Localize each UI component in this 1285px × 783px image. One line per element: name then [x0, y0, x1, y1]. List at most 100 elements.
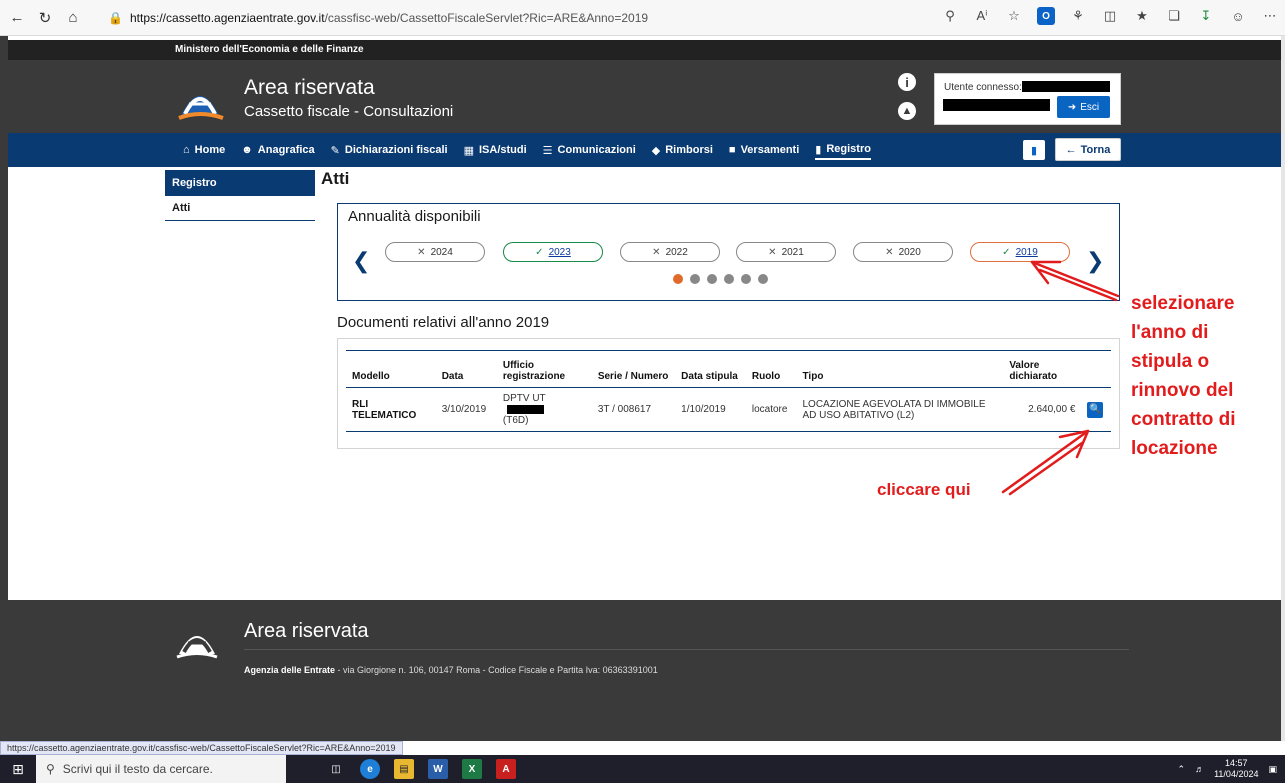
logout-icon: ➜ [1067, 101, 1077, 113]
annotation-line: selezionare [1131, 293, 1235, 314]
ufficio-name: DPTV UT [502, 393, 546, 404]
annotation-select-year: selezionare l'anno di stipula o rinnovo … [1131, 289, 1276, 463]
task-view-icon[interactable]: ◫ [326, 759, 346, 779]
logout-label: Esci [1080, 101, 1100, 113]
carousel-dot[interactable] [758, 274, 768, 284]
redacted-office [506, 404, 544, 414]
upload-icon[interactable]: ▲ [898, 102, 916, 120]
table-header-row: Modello Data Ufficio registrazione Serie… [346, 350, 1111, 388]
carousel-dot[interactable] [673, 274, 683, 284]
year-label: 2021 [781, 246, 804, 258]
col-header: Data [435, 350, 497, 388]
view-detail-search-icon[interactable]: 🔍 [1087, 401, 1104, 418]
annotation-line: l'anno di [1131, 322, 1209, 343]
nav-item-isa-studi[interactable]: ▦ ISA/studi [464, 133, 527, 167]
year-pill-2020[interactable]: ✕ 2020 [853, 242, 953, 262]
word-icon[interactable]: W [428, 759, 448, 779]
profile-icon[interactable]: ☺ [1229, 7, 1247, 25]
clock[interactable]: 14:57 11/04/2024 [1214, 758, 1258, 780]
back-label: Torna [1080, 143, 1111, 156]
clock-time: 14:57 [1225, 758, 1248, 768]
ufficio-code: (T6D) [502, 415, 529, 426]
info-icon[interactable]: i [898, 73, 916, 91]
col-header: Tipo [796, 350, 1004, 388]
year-pill-2019[interactable]: ✓ 2019 [970, 242, 1070, 262]
windows-start-icon[interactable]: ⊞ [0, 755, 36, 783]
nav-item-anagrafica[interactable]: ☻ Anagrafica [241, 133, 314, 167]
col-header: Ufficio registrazione [496, 350, 592, 388]
nav-item-dichiarazioni[interactable]: ✎ Dichiarazioni fiscali [331, 133, 448, 167]
notification-icon[interactable]: ▣ [1268, 764, 1277, 775]
back-icon[interactable]: ← [6, 7, 28, 29]
agenzia-logo-icon [173, 614, 221, 662]
scrollbar-track[interactable] [1281, 36, 1285, 741]
split-icon[interactable]: ◫ [1101, 7, 1119, 25]
nav-item-home[interactable]: ⌂ Home [183, 133, 225, 167]
col-header: Valore dichiarato [1003, 350, 1082, 388]
nav-label: Comunicazioni [557, 144, 636, 156]
sidebar-item-atti[interactable]: Atti [165, 199, 315, 221]
nav-item-comunicazioni[interactable]: ☰ Comunicazioni [543, 133, 636, 167]
redacted-username [1022, 81, 1110, 92]
footer-divider [244, 649, 1129, 650]
edge-icon[interactable]: e [360, 759, 380, 779]
check-icon: ✓ [1002, 246, 1011, 258]
taskbar-search-input[interactable]: ⚲ Scrivi qui il testo da cercare. [36, 755, 286, 783]
carousel-dot[interactable] [690, 274, 700, 284]
manual-book-icon[interactable]: ▮ [1023, 140, 1045, 160]
cell-tipo: LOCAZIONE AGEVOLATA DI IMMOBILE AD USO A… [802, 398, 986, 421]
carousel-dot[interactable] [724, 274, 734, 284]
year-pill-2023[interactable]: ✓ 2023 [503, 242, 603, 262]
home-icon[interactable]: ⌂ [62, 7, 84, 29]
carousel-dot[interactable] [707, 274, 717, 284]
file-explorer-icon[interactable]: ▤ [394, 759, 414, 779]
windows-taskbar: ⊞ ⚲ Scrivi qui il testo da cercare. ◫ e … [0, 755, 1285, 783]
nav-label: ISA/studi [478, 144, 527, 156]
annotation-line: locazione [1131, 438, 1218, 459]
excel-icon[interactable]: X [462, 759, 482, 779]
site-footer: Area riservata Agenzia delle Entrate - v… [8, 600, 1281, 741]
volume-icon[interactable]: ♬ [1195, 764, 1204, 774]
logout-button[interactable]: ➜ Esci [1057, 96, 1110, 118]
carousel-dot[interactable] [741, 274, 751, 284]
footer-address-text: - via Giorgione n. 106, 00147 Roma - Cod… [335, 665, 658, 675]
zoom-icon[interactable]: ⚲ [941, 7, 959, 25]
nav-item-versamenti[interactable]: ■ Versamenti [729, 133, 799, 167]
check-icon: ✓ [535, 246, 544, 258]
chevron-left-icon[interactable]: ❮ [352, 248, 370, 274]
cross-icon: ✕ [652, 246, 661, 258]
favorites-icon[interactable]: ★ [1133, 7, 1151, 25]
nav-item-rimborsi[interactable]: ◆ Rimborsi [652, 133, 713, 167]
extensions-icon[interactable]: ⚘ [1069, 7, 1087, 25]
year-label: 2023 [548, 246, 571, 258]
back-button[interactable]: ← Torna [1055, 138, 1121, 161]
download-icon[interactable]: ↧ [1197, 7, 1215, 25]
chevron-right-icon[interactable]: ❯ [1086, 248, 1104, 274]
read-aloud-icon[interactable]: Aⁱ [973, 7, 991, 25]
col-header-action [1081, 350, 1111, 388]
refresh-icon[interactable]: ↻ [34, 7, 56, 29]
book-icon: ▮ [815, 143, 822, 156]
nav-item-registro[interactable]: ▮ Registro [815, 140, 871, 160]
nav-label: Home [194, 144, 226, 156]
acrobat-icon[interactable]: A [496, 759, 516, 779]
cell-valore: 2.640,00 € [1028, 404, 1076, 415]
url-host: https://cassetto.agenziaentrate.gov.it [130, 11, 325, 25]
users-icon: ☻ [241, 144, 253, 156]
address-bar[interactable]: 🔒 https://cassetto.agenziaentrate.gov.it… [108, 5, 908, 31]
documents-panel: Modello Data Ufficio registrazione Serie… [337, 338, 1120, 449]
year-pill-2021[interactable]: ✕ 2021 [736, 242, 836, 262]
col-header: Modello [346, 350, 436, 388]
annotation-line: contratto di [1131, 409, 1236, 430]
favorite-icon[interactable]: ☆ [1005, 7, 1023, 25]
nav-label: Dichiarazioni fiscali [344, 144, 448, 156]
outlook-icon[interactable]: O [1037, 7, 1055, 25]
footer-address: Agenzia delle Entrate - via Giorgione n.… [244, 665, 658, 675]
agenzia-logo-icon[interactable] [173, 70, 227, 124]
year-pill-2024[interactable]: ✕ 2024 [385, 242, 485, 262]
year-pill-2022[interactable]: ✕ 2022 [620, 242, 720, 262]
collections-icon[interactable]: ❏ [1165, 7, 1183, 25]
sidebar-item-registro[interactable]: Registro [165, 170, 315, 196]
menu-icon[interactable]: ⋯ [1261, 7, 1279, 25]
chevron-up-icon[interactable]: ⌃ [1178, 764, 1186, 775]
